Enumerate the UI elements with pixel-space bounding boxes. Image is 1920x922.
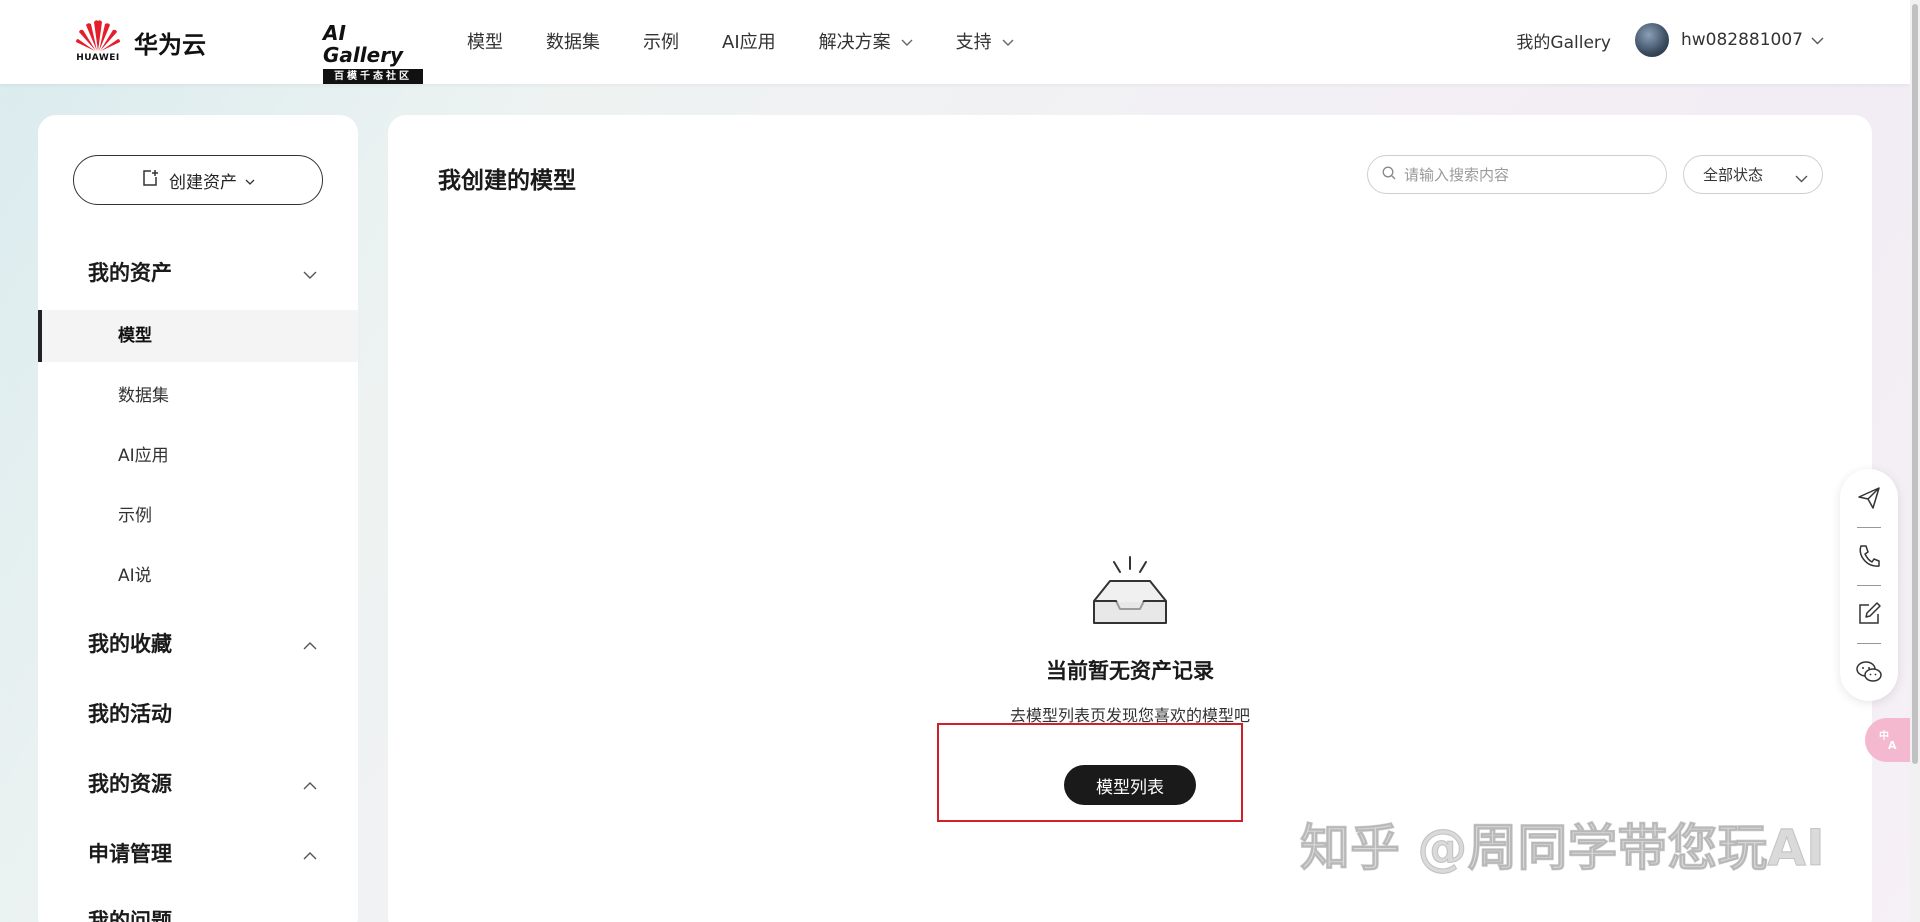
gallery-title: AI Gallery <box>323 21 404 67</box>
main-panel: 我创建的模型 全部状态 当前暂无资产记录 去模型列表页发现您喜欢的模型吧 模型列… <box>388 115 1872 922</box>
sidebar-item-label: 模型 <box>118 326 152 346</box>
top-header: HUAWEI 华为云 AI Gallery 百模千态社区 模型 数据集 示例 A… <box>0 0 1910 84</box>
search-input[interactable] <box>1404 165 1644 184</box>
huawei-cloud-logo[interactable]: HUAWEI 华为云 <box>74 18 206 66</box>
brand-text: 华为云 <box>134 30 206 59</box>
nav-models[interactable]: 模型 <box>467 28 503 54</box>
status-filter-value: 全部状态 <box>1703 166 1764 184</box>
section-my-resources[interactable]: 我的资源 <box>88 768 172 798</box>
sidebar: 创建资产 我的资产 模型 数据集 AI应用 示例 AI说 我的收藏 我的活动 我… <box>38 115 358 922</box>
floating-toolbar <box>1840 469 1898 701</box>
gallery-subtitle: 百模千态社区 <box>323 69 423 84</box>
nav-ai-apps[interactable]: AI应用 <box>722 28 776 54</box>
empty-inbox-icon <box>1088 553 1172 633</box>
wechat-icon[interactable] <box>1840 643 1898 701</box>
my-gallery-link[interactable]: 我的Gallery <box>1516 28 1611 53</box>
user-menu[interactable]: hw082881007 <box>1681 30 1824 50</box>
section-my-activities[interactable]: 我的活动 <box>88 698 172 728</box>
nav-label: 支持 <box>955 32 992 53</box>
sidebar-item-ai-apps[interactable]: AI应用 <box>38 430 358 482</box>
chevron-up-icon[interactable] <box>303 845 317 864</box>
avatar[interactable] <box>1634 23 1669 57</box>
search-box[interactable] <box>1367 155 1667 194</box>
send-icon[interactable] <box>1840 469 1898 527</box>
translate-icon[interactable]: 中A <box>1865 718 1915 762</box>
chevron-down-icon <box>901 31 913 52</box>
sidebar-item-examples[interactable]: 示例 <box>38 490 358 542</box>
chevron-down-icon <box>1002 31 1014 52</box>
sidebar-item-label: 数据集 <box>118 386 169 406</box>
nav-label: 模型 <box>467 32 503 53</box>
chevron-down-icon[interactable] <box>303 265 317 284</box>
ai-gallery-logo[interactable]: AI Gallery 百模千态社区 <box>323 22 423 84</box>
nav-support[interactable]: 支持 <box>956 28 1014 54</box>
create-asset-label: 创建资产 <box>169 172 237 193</box>
chevron-up-icon[interactable] <box>303 775 317 794</box>
create-asset-button[interactable]: 创建资产 <box>73 155 323 205</box>
huawei-wordmark: HUAWEI <box>76 53 120 63</box>
search-icon <box>1382 165 1396 184</box>
section-my-favorites[interactable]: 我的收藏 <box>88 628 172 658</box>
section-my-questions[interactable]: 我的问题 <box>88 905 172 922</box>
chevron-down-icon <box>245 170 255 190</box>
nav-label: 解决方案 <box>818 32 891 53</box>
watermark-text: 知乎 @周同学带您玩AI <box>1300 819 1826 878</box>
nav-datasets[interactable]: 数据集 <box>546 28 600 54</box>
main-nav: 模型 数据集 示例 AI应用 解决方案 支持 <box>467 28 1057 54</box>
huawei-logo-icon: HUAWEI <box>74 18 122 66</box>
svg-text:A: A <box>1888 739 1897 752</box>
new-file-icon <box>141 169 159 192</box>
model-list-button[interactable]: 模型列表 <box>1064 765 1196 805</box>
page-scrollbar[interactable] <box>1910 0 1920 922</box>
nav-label: 数据集 <box>546 32 600 53</box>
section-applications[interactable]: 申请管理 <box>88 838 172 868</box>
status-filter-select[interactable]: 全部状态 <box>1683 155 1823 194</box>
chevron-down-icon <box>1795 169 1808 187</box>
sidebar-item-models[interactable]: 模型 <box>38 310 358 362</box>
header-user-area: 我的Gallery hw082881007 <box>1516 23 1824 57</box>
sidebar-item-label: AI应用 <box>118 446 169 466</box>
sidebar-item-label: AI说 <box>118 566 152 586</box>
nav-label: AI应用 <box>722 32 776 53</box>
section-my-assets[interactable]: 我的资产 <box>88 257 172 287</box>
sidebar-item-datasets[interactable]: 数据集 <box>38 370 358 422</box>
phone-icon[interactable] <box>1840 527 1898 585</box>
sidebar-item-ai-talk[interactable]: AI说 <box>38 550 358 602</box>
nav-solutions[interactable]: 解决方案 <box>819 28 913 54</box>
edit-icon[interactable] <box>1840 585 1898 643</box>
nav-label: 示例 <box>643 32 679 53</box>
nav-examples[interactable]: 示例 <box>643 28 679 54</box>
page-title: 我创建的模型 <box>438 168 576 194</box>
sidebar-item-label: 示例 <box>118 506 152 526</box>
chevron-down-icon <box>1811 30 1824 50</box>
empty-state-title: 当前暂无资产记录 <box>1046 659 1214 683</box>
username: hw082881007 <box>1680 30 1803 50</box>
scrollbar-thumb[interactable] <box>1912 4 1918 764</box>
chevron-up-icon[interactable] <box>303 635 317 654</box>
